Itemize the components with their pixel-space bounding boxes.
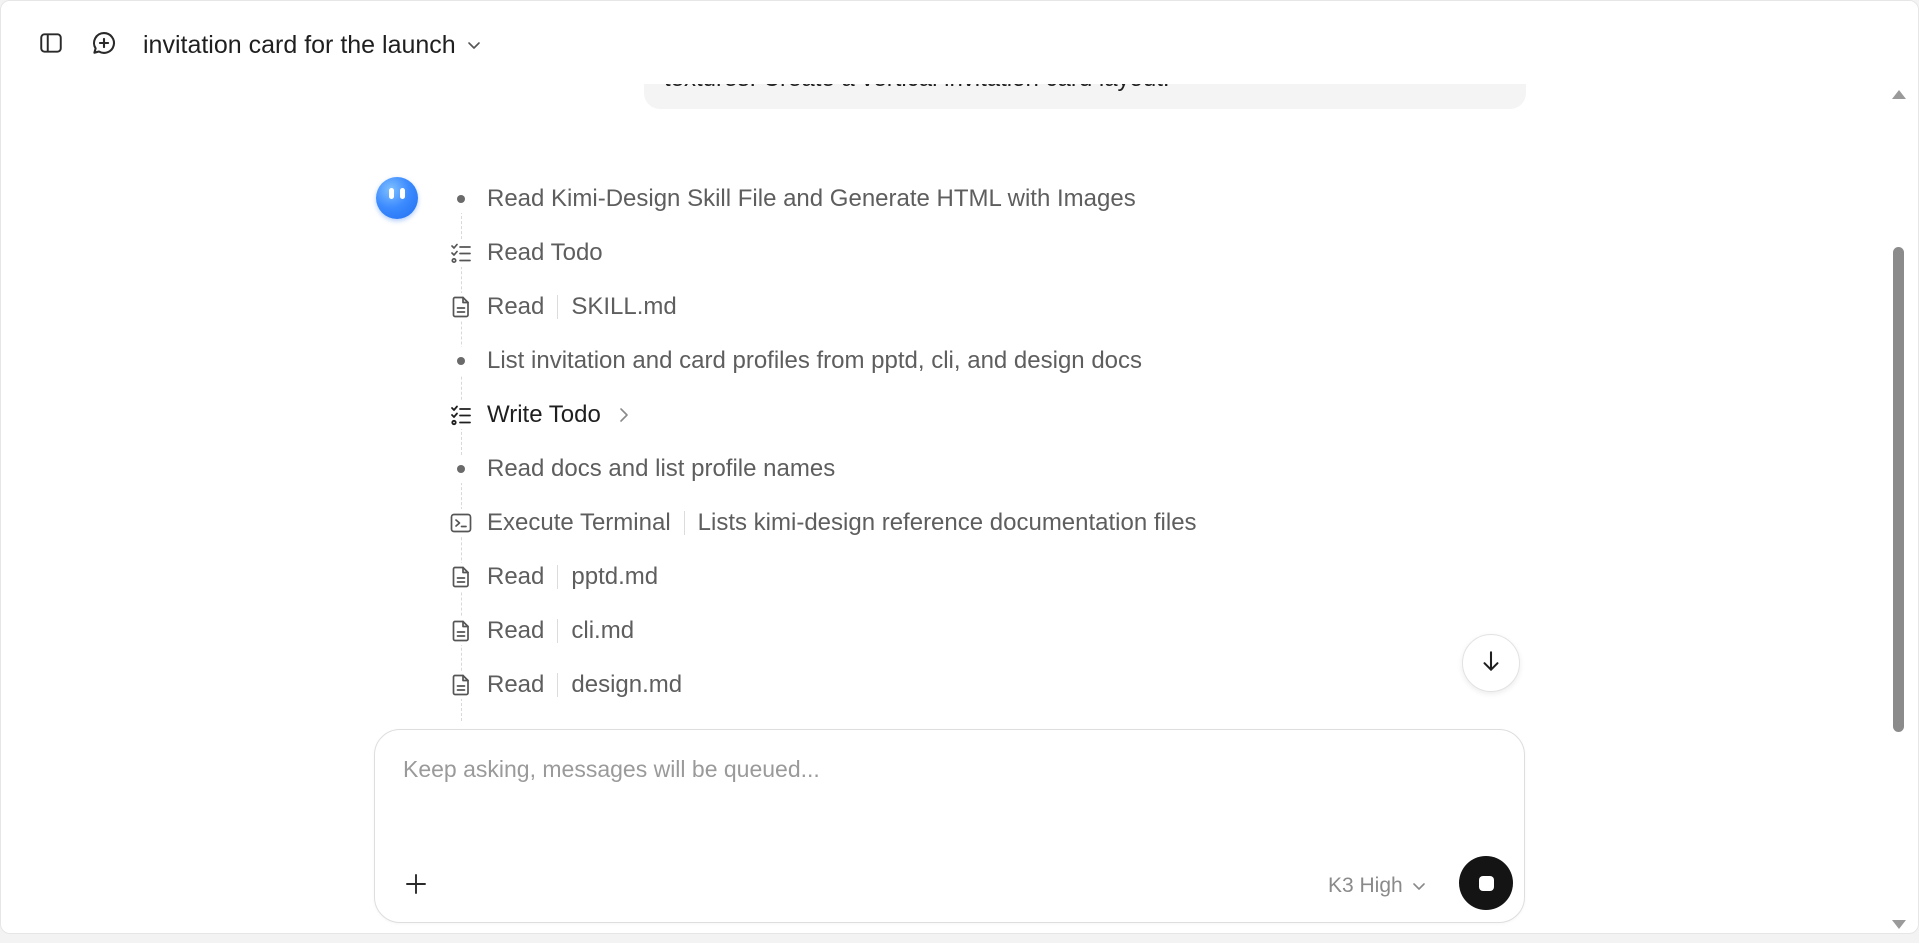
step-label: Read [487, 293, 545, 320]
separator [557, 619, 559, 643]
timeline-item-step: Read docs and list profile names [447, 453, 835, 485]
step-detail: Lists kimi-design reference documentatio… [697, 509, 1197, 536]
sidebar-toggle-button[interactable] [33, 27, 69, 63]
avatar-eye-left [389, 188, 394, 199]
header: invitation card for the launch [1, 1, 1918, 84]
separator [683, 511, 685, 535]
timeline-item-read-file[interactable]: Read design.md [447, 669, 682, 701]
file-icon [447, 563, 475, 591]
avatar-eye-right [400, 188, 405, 199]
scroll-down-arrow-icon[interactable] [1892, 920, 1906, 929]
scroll-to-bottom-button[interactable] [1462, 634, 1520, 692]
file-icon [447, 293, 475, 321]
timeline-item-read-file[interactable]: Read cli.md [447, 615, 634, 647]
new-chat-button[interactable] [86, 27, 122, 63]
plus-icon [404, 872, 428, 901]
file-icon [447, 617, 475, 645]
terminal-icon [447, 509, 475, 537]
step-detail: pptd.md [571, 563, 659, 590]
step-label: Execute Terminal [487, 509, 671, 536]
timeline-item-execute-terminal[interactable]: Execute Terminal Lists kimi-design refer… [447, 507, 1197, 539]
conversation-title-dropdown[interactable]: invitation card for the launch [143, 27, 482, 63]
timeline-item-read-file[interactable]: Read pptd.md [447, 561, 658, 593]
sidebar-toggle-icon [38, 30, 64, 61]
bullet-dot-icon [447, 185, 475, 213]
timeline-item-step: Read Kimi-Design Skill File and Generate… [447, 183, 1136, 215]
chevron-right-icon [617, 407, 631, 423]
timeline-item-step: List invitation and card profiles from p… [447, 345, 1142, 377]
scrollbar-thumb[interactable] [1893, 247, 1904, 732]
step-label: Read [487, 563, 545, 590]
step-label: List invitation and card profiles from p… [487, 347, 1143, 374]
chevron-down-icon [1411, 878, 1427, 894]
model-label: K3 High [1328, 874, 1403, 897]
step-label: Read Todo [487, 239, 603, 266]
chevron-down-icon [466, 37, 482, 53]
message-input[interactable] [401, 748, 1495, 790]
step-label: Read Kimi-Design Skill File and Generate… [487, 185, 1136, 212]
assistant-avatar [376, 177, 418, 219]
stop-icon [1478, 875, 1494, 891]
app-window: invitation card for the launch textures.… [0, 0, 1919, 934]
arrow-down-icon [1478, 648, 1504, 679]
model-selector[interactable]: K3 High [1328, 869, 1427, 903]
message-composer: K3 High [374, 729, 1525, 923]
timeline-item-read-todo: Read Todo [447, 237, 603, 269]
conversation-title: invitation card for the launch [143, 30, 456, 59]
checklist-icon [447, 239, 475, 267]
separator [557, 295, 559, 319]
attach-button[interactable] [399, 869, 433, 903]
new-chat-icon [90, 29, 118, 62]
bullet-dot-icon [447, 455, 475, 483]
step-detail: design.md [571, 671, 683, 698]
stop-generation-button[interactable] [1459, 856, 1513, 910]
step-label: Read docs and list profile names [487, 455, 836, 482]
scroll-up-arrow-icon[interactable] [1892, 90, 1906, 99]
scrollbar[interactable] [1887, 84, 1911, 933]
timeline-item-write-todo[interactable]: Write Todo [447, 399, 631, 431]
bullet-dot-icon [447, 347, 475, 375]
step-detail: cli.md [571, 617, 635, 644]
step-label: Read [487, 671, 545, 698]
step-detail: SKILL.md [571, 293, 677, 320]
timeline-item-read-file[interactable]: Read SKILL.md [447, 291, 677, 323]
file-icon [447, 671, 475, 699]
separator [557, 673, 559, 697]
checklist-icon [447, 401, 475, 429]
step-label: Write Todo [487, 401, 601, 428]
separator [557, 565, 559, 589]
step-label: Read [487, 617, 545, 644]
